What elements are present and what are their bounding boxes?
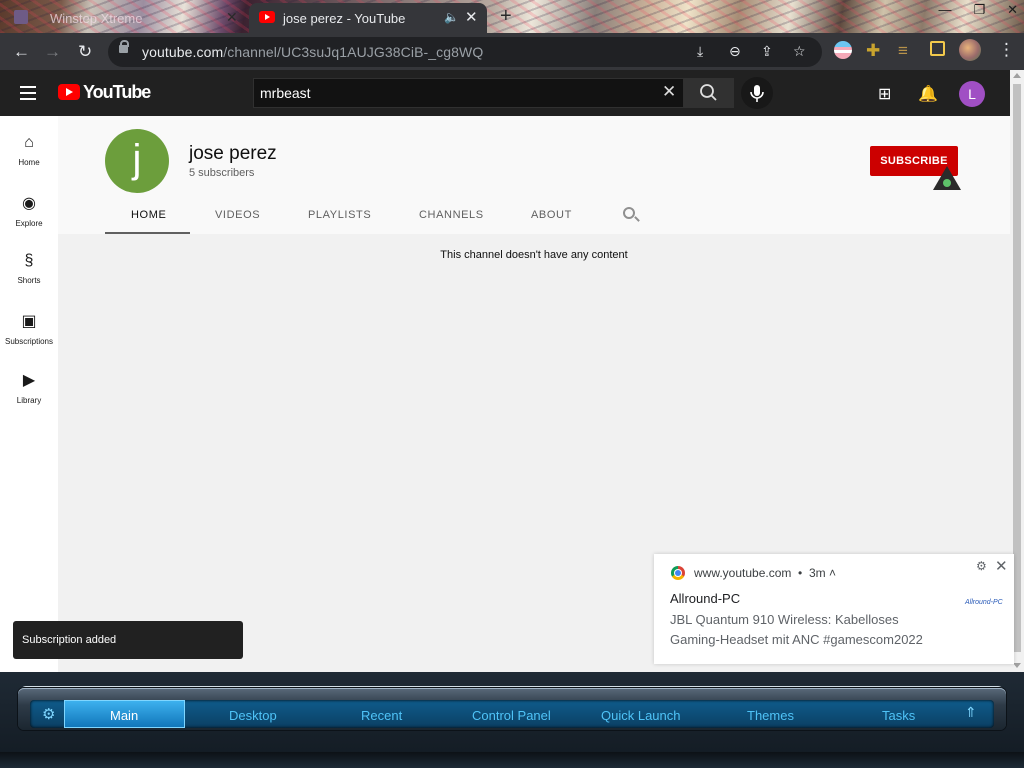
close-tab-icon[interactable]: ✕ xyxy=(226,9,238,26)
tab-strip: Winstep Xtreme ✕ jose perez - YouTube 🔈 … xyxy=(0,0,1024,33)
tab-videos[interactable]: VIDEOS xyxy=(215,209,260,221)
voice-search-button[interactable] xyxy=(741,77,773,109)
profile-avatar-icon[interactable] xyxy=(959,39,981,61)
guide-item-shorts[interactable]: § Shorts xyxy=(0,252,58,302)
tab-title: Winstep Xtreme xyxy=(50,11,143,26)
tab-home[interactable]: HOME xyxy=(131,209,166,221)
notification-title: Allround-PC xyxy=(670,591,741,606)
browser-tab-active[interactable]: jose perez - YouTube 🔈 ✕ xyxy=(249,3,487,33)
tab-title: jose perez - YouTube xyxy=(283,11,406,26)
guide-item-library[interactable]: ▶ Library xyxy=(0,370,58,420)
chrome-icon xyxy=(671,566,685,580)
minimize-button[interactable]: — xyxy=(938,2,951,18)
search-icon xyxy=(700,84,717,101)
create-video-icon[interactable]: ⊞ xyxy=(878,84,891,104)
share-icon[interactable]: ⇪ xyxy=(761,43,773,60)
back-arrow-icon[interactable]: ← xyxy=(13,42,30,62)
close-window-button[interactable]: ✕ xyxy=(1007,2,1018,18)
bookmark-star-icon[interactable]: ☆ xyxy=(793,43,806,60)
notifications-bell-icon[interactable]: 🔔 xyxy=(918,84,938,104)
extensions-puzzle-icon[interactable]: ✚ xyxy=(866,41,880,61)
notification-badge-logo: Allround-PC xyxy=(965,599,1003,606)
search-box[interactable]: ✕ xyxy=(253,78,684,108)
library-icon: ▶ xyxy=(22,372,36,389)
taskbar-item-control-panel[interactable]: Control Panel xyxy=(472,708,551,723)
guide-item-subscriptions[interactable]: ▣ Subscriptions xyxy=(0,311,58,361)
tab-about[interactable]: ABOUT xyxy=(531,209,572,221)
mini-guide: ⌂ Home ◉ Explore § Shorts ▣ Subscription… xyxy=(0,116,58,672)
side-panel-icon[interactable] xyxy=(930,41,945,56)
notification-body: JBL Quantum 910 Wireless: Kabelloses Gam… xyxy=(670,612,923,647)
shorts-icon: § xyxy=(24,252,34,269)
reload-icon[interactable]: ↻ xyxy=(78,42,92,62)
channel-search-icon[interactable] xyxy=(623,207,635,219)
youtube-logo-icon[interactable] xyxy=(58,84,80,100)
channel-name: jose perez xyxy=(189,143,277,164)
microphone-icon xyxy=(750,85,764,102)
empty-channel-message: This channel doesn't have any content xyxy=(440,249,628,261)
scroll-down-arrow-icon[interactable] xyxy=(1013,663,1021,668)
taskbar-item-recent[interactable]: Recent xyxy=(361,708,402,723)
channel-header: j jose perez 5 subscribers SUBSCRIBE HOM… xyxy=(58,116,1010,234)
guide-label: Explore xyxy=(15,219,43,228)
browser-tab-inactive[interactable]: Winstep Xtreme ✕ xyxy=(4,3,244,33)
user-avatar[interactable]: L xyxy=(959,81,985,107)
guide-item-explore[interactable]: ◉ Explore xyxy=(0,193,58,243)
notification-source: www.youtube.com • 3m ˄ xyxy=(694,566,836,580)
notification-close-icon[interactable]: ✕ xyxy=(995,557,1008,575)
install-app-icon[interactable]: ⤓ xyxy=(697,43,703,60)
channel-avatar[interactable]: j xyxy=(105,129,169,193)
taskbar-bottom-edge xyxy=(0,752,1024,768)
desktop-notification[interactable]: www.youtube.com • 3m ˄ ⚙ ✕ Allround-PC J… xyxy=(654,554,1014,664)
close-tab-icon[interactable]: ✕ xyxy=(465,8,478,26)
youtube-favicon-icon xyxy=(259,11,275,23)
speaker-icon[interactable]: 🔈 xyxy=(444,10,459,24)
guide-item-home[interactable]: ⌂ Home xyxy=(0,134,58,184)
subscriber-count: 5 subscribers xyxy=(189,167,255,179)
extension-flag-icon[interactable] xyxy=(834,41,852,59)
taskbar-up-arrow-icon[interactable]: ⇑ xyxy=(965,704,977,721)
address-bar[interactable]: youtube.com/channel/UC3suJq1AUJG38CiB-_c… xyxy=(108,37,822,67)
youtube-header: YouTube ✕ ⊞ 🔔 L xyxy=(0,70,1010,116)
new-tab-button[interactable]: + xyxy=(500,5,512,28)
subscriptions-icon: ▣ xyxy=(21,313,37,330)
url-text[interactable]: youtube.com/channel/UC3suJq1AUJG38CiB-_c… xyxy=(142,44,483,60)
subscription-toast: Subscription added xyxy=(13,621,243,659)
browser-toolbar: ← → ↻ youtube.com/channel/UC3suJq1AUJG38… xyxy=(0,33,1024,70)
taskbar-gear-icon[interactable]: ⚙ xyxy=(42,705,55,723)
compass-icon: ◉ xyxy=(22,195,36,212)
notification-settings-icon[interactable]: ⚙ xyxy=(976,559,987,573)
maximize-button[interactable]: ❐ xyxy=(973,2,985,18)
clear-search-icon[interactable]: ✕ xyxy=(662,82,676,102)
taskbar-item-main[interactable]: Main xyxy=(110,708,138,723)
menu-kebab-icon[interactable]: ⋮ xyxy=(998,40,1015,60)
taskbar-item-tasks[interactable]: Tasks xyxy=(882,708,915,723)
taskbar-item-themes[interactable]: Themes xyxy=(747,708,794,723)
hamburger-menu-icon[interactable] xyxy=(20,86,36,100)
mouse-cursor-icon xyxy=(933,166,961,190)
youtube-logo-text[interactable]: YouTube xyxy=(83,82,151,103)
guide-label: Subscriptions xyxy=(4,337,54,346)
taskbar-item-quick-launch[interactable]: Quick Launch xyxy=(601,708,681,723)
tab-playlists[interactable]: PLAYLISTS xyxy=(308,209,371,221)
scroll-up-arrow-icon[interactable] xyxy=(1013,73,1021,78)
search-button[interactable] xyxy=(684,78,734,108)
forward-arrow-icon[interactable]: → xyxy=(44,42,61,62)
guide-label: Library xyxy=(16,396,42,405)
scrollbar-thumb[interactable] xyxy=(1013,84,1021,652)
window-controls: — ❐ ✕ xyxy=(938,2,1018,18)
zoom-icon[interactable]: ⊖ xyxy=(729,43,741,60)
lock-icon[interactable] xyxy=(119,40,129,53)
guide-label: Shorts xyxy=(17,276,41,285)
taskbar-item-desktop[interactable]: Desktop xyxy=(229,708,277,723)
home-icon: ⌂ xyxy=(24,134,34,151)
guide-label: Home xyxy=(18,158,40,167)
media-control-icon[interactable]: ≡ xyxy=(898,41,908,61)
tab-channels[interactable]: CHANNELS xyxy=(419,209,484,221)
winstep-favicon-icon xyxy=(14,10,28,24)
search-input[interactable] xyxy=(258,83,648,103)
